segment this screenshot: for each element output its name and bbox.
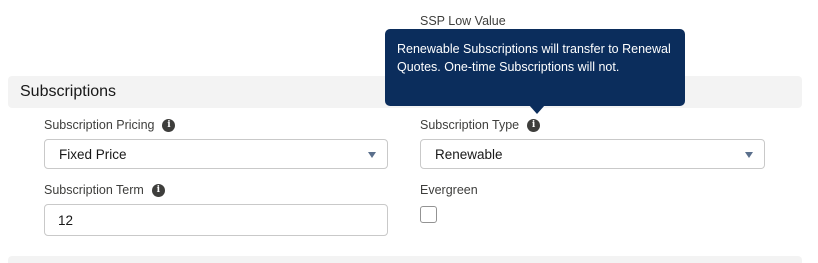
subscription-term-input[interactable] <box>44 204 388 236</box>
subscription-pricing-label-text: Subscription Pricing <box>44 118 155 132</box>
subscription-pricing-label: Subscription Pricing i <box>44 118 176 132</box>
subscription-type-select[interactable]: Renewable <box>420 139 765 169</box>
chevron-down-icon <box>745 152 753 158</box>
info-icon[interactable]: i <box>162 118 176 132</box>
ssp-low-value-label: SSP Low Value <box>420 14 506 28</box>
subscription-type-label: Subscription Type i <box>420 118 541 132</box>
next-section-header <box>8 256 802 263</box>
evergreen-label: Evergreen <box>420 183 478 197</box>
subscription-type-label-text: Subscription Type <box>420 118 520 132</box>
tooltip-arrow <box>529 105 545 114</box>
subscription-type-value: Renewable <box>435 146 503 162</box>
subscription-type-tooltip: Renewable Subscriptions will transfer to… <box>385 29 685 106</box>
ssp-low-value-label-text: SSP Low Value <box>420 14 506 28</box>
subscription-pricing-value: Fixed Price <box>59 146 127 162</box>
evergreen-label-text: Evergreen <box>420 183 478 197</box>
tooltip-text: Renewable Subscriptions will transfer to… <box>397 42 671 74</box>
subscription-term-label-text: Subscription Term <box>44 183 144 197</box>
chevron-down-icon <box>368 152 376 158</box>
subscriptions-form-page: SSP Low Value Subscriptions Subscription… <box>0 0 818 263</box>
info-icon[interactable]: i <box>151 183 165 197</box>
section-title: Subscriptions <box>20 83 117 100</box>
evergreen-checkbox[interactable] <box>420 206 437 223</box>
info-icon[interactable]: i <box>527 118 541 132</box>
subscription-term-label: Subscription Term i <box>44 183 165 197</box>
subscription-pricing-select[interactable]: Fixed Price <box>44 139 388 169</box>
